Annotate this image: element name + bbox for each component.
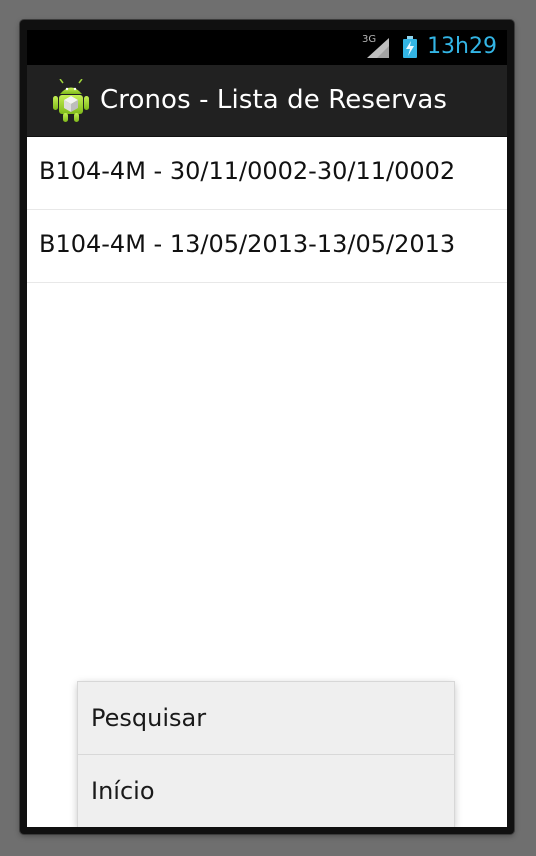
list-item-label: B104-4M - 13/05/2013-13/05/2013	[39, 230, 456, 258]
status-clock: 13h29	[427, 34, 497, 59]
page-title: Cronos - Lista de Reservas	[100, 85, 448, 115]
menu-item-label: Início	[91, 777, 155, 805]
signal-icon	[367, 38, 389, 58]
android-app-icon[interactable]	[50, 79, 92, 123]
list-item[interactable]: B104-4M - 30/11/0002-30/11/0002	[27, 137, 507, 210]
status-bar: 3G 13h29	[27, 30, 507, 65]
list-item-label: B104-4M - 30/11/0002-30/11/0002	[39, 157, 456, 185]
phone-screen: 3G 13h29 Cronos - Lista de Reservas B104…	[27, 30, 507, 827]
menu-item-pesquisar[interactable]: Pesquisar	[78, 682, 454, 754]
list-item[interactable]: B104-4M - 13/05/2013-13/05/2013	[27, 210, 507, 283]
options-menu: Pesquisar Início	[78, 682, 454, 827]
battery-charging-icon	[403, 36, 417, 58]
menu-item-inicio[interactable]: Início	[78, 754, 454, 827]
action-bar: Cronos - Lista de Reservas	[27, 65, 507, 137]
menu-item-label: Pesquisar	[91, 704, 207, 732]
